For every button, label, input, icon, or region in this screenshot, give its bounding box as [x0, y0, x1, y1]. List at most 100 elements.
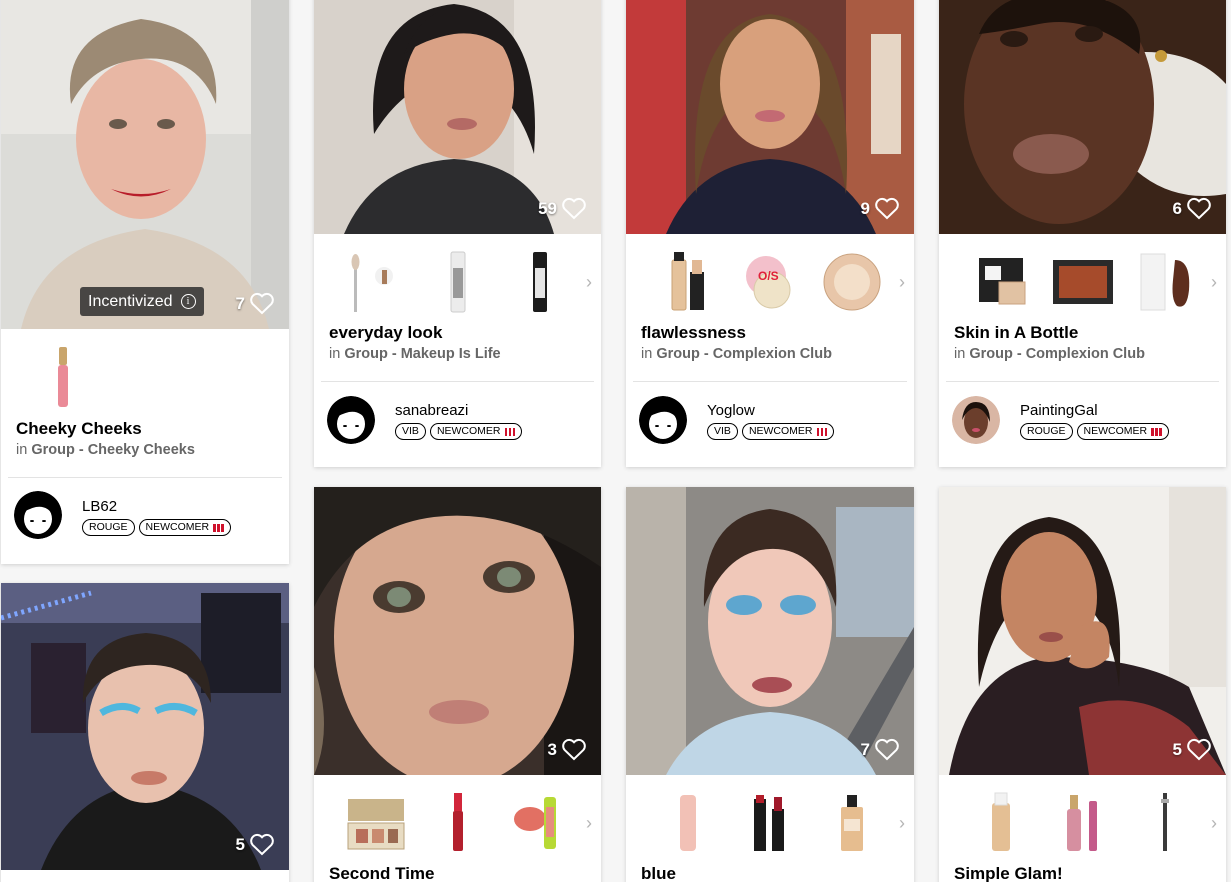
look-card[interactable]: 5 — [1, 583, 289, 882]
like-counter[interactable]: 59 — [538, 197, 587, 220]
heart-outline-icon — [875, 197, 899, 220]
newcomer-badge: NEWCOMER — [741, 423, 835, 440]
look-photo[interactable]: 5 — [939, 487, 1226, 775]
product-thumbnail[interactable] — [1129, 246, 1201, 318]
look-photo[interactable]: 59 — [314, 0, 601, 234]
username[interactable]: Yoglow — [707, 402, 755, 419]
look-card-everyday-look[interactable]: 59 › everyday look in Group - Makeup Is … — [314, 0, 601, 467]
default-avatar-icon — [327, 396, 375, 444]
username[interactable]: LB62 — [82, 498, 117, 515]
heart-outline-icon — [1187, 738, 1211, 761]
like-counter[interactable]: 6 — [1173, 197, 1212, 220]
avatar[interactable] — [952, 396, 1000, 444]
divider — [321, 381, 594, 382]
like-counter[interactable]: 7 — [861, 738, 900, 761]
chevron-right-icon[interactable]: › — [1211, 272, 1217, 293]
look-group[interactable]: in Group - Complexion Club — [641, 346, 832, 362]
avatar[interactable] — [14, 491, 62, 539]
like-counter[interactable]: 9 — [861, 197, 900, 220]
product-thumbnail[interactable] — [652, 787, 724, 859]
look-group[interactable]: in Group - Makeup Is Life — [329, 346, 501, 362]
look-title[interactable]: Simple Glam! — [954, 864, 1063, 882]
product-thumbnail[interactable] — [965, 246, 1037, 318]
lip-oil-icon — [1067, 795, 1097, 851]
chevron-right-icon[interactable]: › — [899, 813, 905, 834]
product-thumbnail[interactable] — [504, 787, 576, 859]
look-card-cheeky-cheeks[interactable]: Incentivized i 7 Cheeky Cheeks in Group … — [1, 0, 289, 564]
rouge-badge: ROUGE — [1020, 423, 1073, 440]
avatar[interactable] — [327, 396, 375, 444]
divider — [8, 477, 282, 478]
product-thumbnail[interactable] — [965, 787, 1037, 859]
vib-badge: VIB — [395, 423, 426, 440]
look-card-second-time[interactable]: 3 › Second Time — [314, 487, 601, 882]
product-thumbnail[interactable] — [816, 787, 888, 859]
look-card-skin-in-a-bottle[interactable]: 6 › Skin in A Bottle in Group - Complexi… — [939, 0, 1226, 467]
look-title[interactable]: Second Time — [329, 864, 435, 882]
look-card-blue[interactable]: 7 › blue — [626, 487, 914, 882]
product-thumbnail[interactable] — [816, 246, 888, 318]
chevron-right-icon[interactable]: › — [899, 272, 905, 293]
user-badges: VIB NEWCOMER — [395, 423, 523, 440]
chevron-right-icon[interactable]: › — [586, 813, 592, 834]
like-counter[interactable]: 7 — [236, 292, 275, 315]
look-title[interactable]: blue — [641, 864, 676, 882]
product-thumbnail[interactable] — [422, 246, 494, 318]
blush-stick-icon — [680, 795, 696, 851]
setting-powder-icon — [823, 253, 881, 311]
level-bars-icon — [816, 427, 828, 436]
product-thumbnail[interactable] — [340, 787, 412, 859]
product-thumbnail[interactable] — [422, 787, 494, 859]
look-photo[interactable]: 7 — [626, 487, 914, 775]
product-strip: › — [939, 238, 1226, 326]
look-group[interactable]: in Group - Cheeky Cheeks — [16, 442, 195, 458]
product-thumbnail[interactable] — [734, 787, 806, 859]
product-thumbnail[interactable] — [1047, 246, 1119, 318]
incentivized-tag[interactable]: Incentivized i — [80, 287, 204, 316]
heart-outline-icon — [250, 292, 274, 315]
chevron-right-icon[interactable]: › — [1211, 813, 1217, 834]
vib-badge: VIB — [707, 423, 738, 440]
divider — [633, 381, 907, 382]
chevron-right-icon[interactable]: › — [586, 272, 592, 293]
product-strip: › — [939, 779, 1226, 867]
like-counter[interactable]: 5 — [236, 833, 275, 856]
level-bars-icon — [504, 427, 516, 436]
brow-pencil-icon — [1161, 793, 1169, 851]
product-thumbnail[interactable] — [504, 246, 576, 318]
look-photo[interactable]: Incentivized i 7 — [1, 0, 289, 329]
lip-gloss-icon — [58, 347, 68, 407]
look-title[interactable]: flawlessness — [641, 323, 746, 343]
product-thumbnail[interactable] — [1047, 787, 1119, 859]
product-thumbnail[interactable]: O/S — [734, 246, 806, 318]
like-counter[interactable]: 5 — [1173, 738, 1212, 761]
username[interactable]: sanabreazi — [395, 402, 468, 419]
look-title[interactable]: Cheeky Cheeks — [16, 419, 142, 439]
look-photo[interactable]: 6 — [939, 0, 1226, 234]
look-card-flawlessness[interactable]: 9 O/S › flawlessness in Group - Complexi… — [626, 0, 914, 467]
product-thumbnail[interactable] — [652, 246, 724, 318]
product-strip: › — [314, 779, 601, 867]
product-thumbnail[interactable] — [334, 246, 406, 318]
avatar[interactable] — [639, 396, 687, 444]
look-title[interactable]: Skin in A Bottle — [954, 323, 1078, 343]
like-counter[interactable]: 3 — [548, 738, 587, 761]
look-photo[interactable]: 3 — [314, 487, 601, 775]
look-photo[interactable]: 9 — [626, 0, 914, 234]
look-card-simple-glam[interactable]: 5 › Simple Glam! — [939, 487, 1226, 882]
username[interactable]: PaintingGal — [1020, 402, 1098, 419]
bronzer-compact-icon — [1053, 260, 1113, 304]
default-avatar-icon — [639, 396, 687, 444]
product-thumbnail[interactable] — [27, 342, 99, 414]
look-group[interactable]: in Group - Complexion Club — [954, 346, 1145, 362]
look-photo[interactable]: 5 — [1, 583, 289, 870]
contour-palette-icon — [979, 258, 1026, 305]
portrait-image — [939, 487, 1226, 775]
eyeshadow-palette-icon — [347, 799, 405, 850]
portrait-image — [1, 583, 289, 870]
level-bars-icon — [1151, 427, 1162, 436]
newcomer-badge: NEWCOMER — [1076, 423, 1169, 440]
look-title[interactable]: everyday look — [329, 323, 442, 343]
product-thumbnail[interactable] — [1129, 787, 1201, 859]
user-badges: ROUGE NEWCOMER — [1020, 423, 1169, 440]
